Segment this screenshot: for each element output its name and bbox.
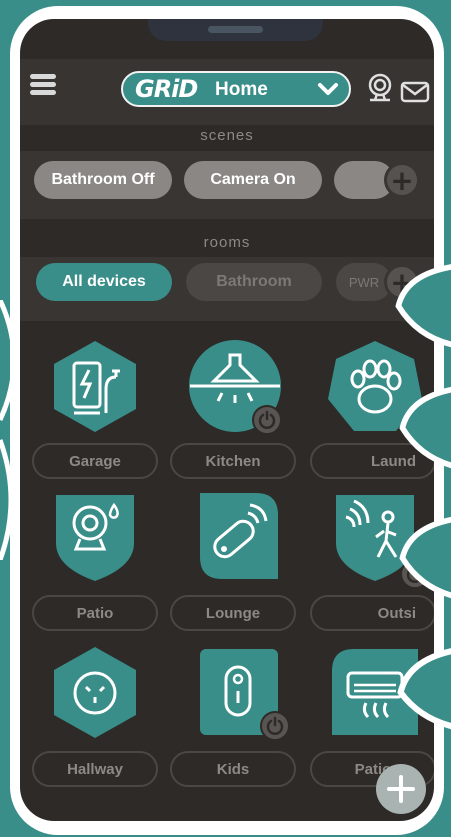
- ev-charger-icon: [54, 341, 136, 432]
- app-stage: GRiD Home scenes Bathroom Off Camera On …: [0, 0, 451, 837]
- chevron-down-icon: [318, 83, 338, 95]
- power-button-icon[interactable]: [260, 711, 290, 741]
- room-label-kids: Kids: [170, 751, 296, 787]
- decorative-leaf-3: [399, 516, 451, 599]
- device-tile-hallway[interactable]: [46, 643, 144, 741]
- home-selector[interactable]: GRiD Home: [121, 71, 351, 107]
- filter-all-devices[interactable]: All devices: [36, 263, 172, 301]
- app-screen: GRiD Home scenes Bathroom Off Camera On …: [20, 19, 434, 821]
- device-tile-patio[interactable]: [46, 487, 144, 585]
- hamburger-menu-icon[interactable]: [30, 74, 56, 96]
- remote-control-icon: [200, 493, 278, 579]
- security-camera-icon: [56, 495, 134, 581]
- decorative-leaf-1: [395, 264, 451, 348]
- power-outlet-icon: [54, 647, 136, 738]
- decorative-curve-left: [0, 300, 17, 560]
- scenes-label: scenes: [200, 127, 254, 144]
- device-tile-kitchen[interactable]: [186, 337, 284, 435]
- scenes-band: Bathroom Off Camera On +: [20, 151, 434, 219]
- phone-frame: GRiD Home scenes Bathroom Off Camera On …: [10, 6, 444, 835]
- add-scene-button[interactable]: +: [384, 162, 420, 198]
- device-tile-garage[interactable]: [46, 337, 144, 435]
- decorative-leaf-4: [397, 648, 451, 730]
- notch-speaker: [208, 26, 263, 33]
- add-device-button[interactable]: [376, 764, 426, 814]
- scene-bathroom-off[interactable]: Bathroom Off: [34, 161, 172, 199]
- filter-bathroom[interactable]: Bathroom: [186, 263, 322, 301]
- device-tile-kids[interactable]: [186, 643, 290, 741]
- room-label-garage: Garage: [32, 443, 158, 479]
- room-label-lounge: Lounge: [170, 595, 296, 631]
- webcam-icon[interactable]: [365, 73, 395, 103]
- power-button-icon[interactable]: [252, 405, 282, 435]
- rooms-band: All devices Bathroom PWR +: [20, 257, 434, 321]
- room-label-hallway: Hallway: [32, 751, 158, 787]
- scene-camera-on[interactable]: Camera On: [184, 161, 322, 199]
- home-name: Home: [215, 79, 268, 100]
- phone-notch: [148, 19, 323, 41]
- plus-icon: [387, 775, 415, 803]
- room-label-patio: Patio: [32, 595, 158, 631]
- device-tile-lounge[interactable]: [186, 487, 284, 585]
- room-label-kitchen: Kitchen: [170, 443, 296, 479]
- rooms-label: rooms: [203, 234, 251, 251]
- grid-logo: GRiD: [135, 75, 198, 103]
- top-bar: GRiD Home: [20, 59, 434, 125]
- mail-icon[interactable]: [400, 77, 430, 107]
- decorative-leaf-2: [399, 386, 451, 469]
